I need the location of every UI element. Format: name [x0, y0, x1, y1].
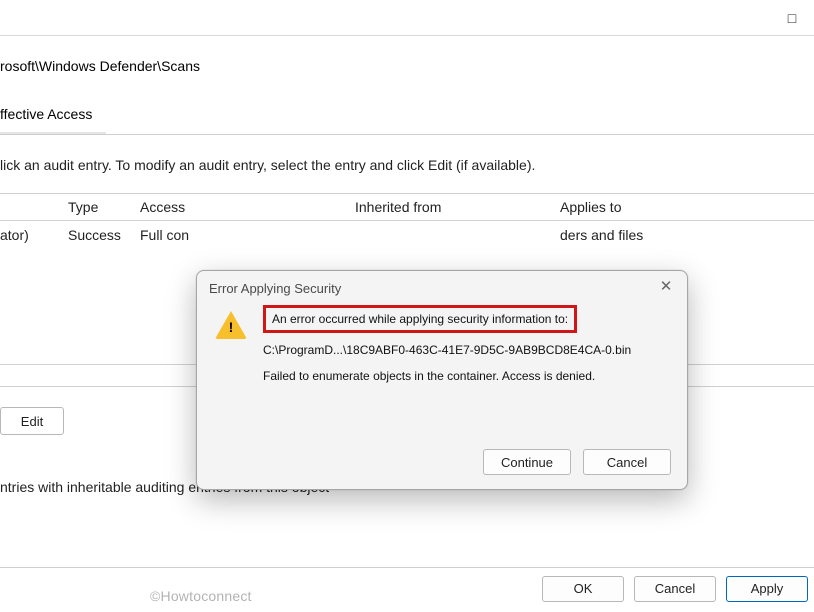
audit-table-header: Type Access Inherited from Applies to	[0, 193, 814, 221]
error-dialog-title: Error Applying Security	[209, 281, 341, 296]
col-header-inherited: Inherited from	[355, 199, 560, 215]
cancel-button[interactable]: Cancel	[634, 576, 716, 602]
dialog-cancel-button[interactable]: Cancel	[583, 449, 671, 475]
cell-principal: ator)	[0, 227, 68, 243]
watermark-text: ©Howtoconnect	[150, 588, 252, 604]
error-dialog-text: An error occurred while applying securit…	[263, 305, 669, 395]
continue-button[interactable]: Continue	[483, 449, 571, 475]
error-line-2: C:\ProgramD...\18C9ABF0-463C-41E7-9D5C-9…	[263, 343, 669, 357]
object-path: rosoft\Windows Defender\Scans	[0, 36, 814, 96]
warning-icon	[215, 311, 247, 339]
col-header-applies: Applies to	[560, 199, 814, 215]
error-dialog-body: An error occurred while applying securit…	[197, 305, 687, 395]
cell-applies: ders and files	[560, 227, 814, 243]
dialog-button-bar: OK Cancel Apply	[0, 567, 814, 609]
error-dialog-titlebar: Error Applying Security ✕	[197, 271, 687, 305]
apply-button[interactable]: Apply	[726, 576, 808, 602]
error-line-1-highlight: An error occurred while applying securit…	[263, 305, 577, 333]
error-line-1: An error occurred while applying securit…	[272, 312, 568, 326]
close-icon[interactable]: ✕	[657, 279, 675, 297]
col-header-type: Type	[68, 199, 140, 215]
tab-effective-access[interactable]: ffective Access	[0, 96, 106, 134]
edit-button[interactable]: Edit	[0, 407, 64, 435]
maximize-icon[interactable]: □	[770, 3, 814, 33]
maximize-glyph: □	[788, 10, 796, 26]
instruction-text: lick an audit entry. To modify an audit …	[0, 135, 814, 193]
cell-access: Full con	[140, 227, 355, 243]
tab-bar: ffective Access	[0, 96, 814, 135]
audit-table-row[interactable]: ator) Success Full con ders and files	[0, 221, 814, 249]
cell-type: Success	[68, 227, 140, 243]
error-dialog: Error Applying Security ✕ An error occur…	[196, 270, 688, 490]
parent-titlebar: □	[0, 0, 814, 36]
col-header-access: Access	[140, 199, 355, 215]
error-line-3: Failed to enumerate objects in the conta…	[263, 369, 669, 383]
ok-button[interactable]: OK	[542, 576, 624, 602]
error-dialog-buttons: Continue Cancel	[483, 449, 671, 475]
